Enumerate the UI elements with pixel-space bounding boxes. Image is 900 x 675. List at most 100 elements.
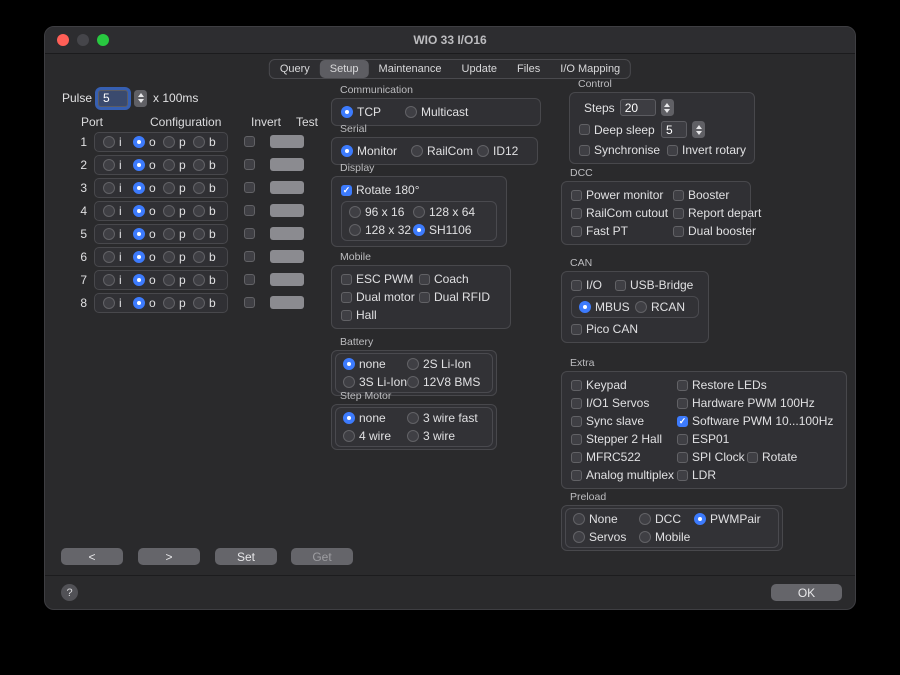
minimize-button[interactable]	[77, 34, 89, 46]
radio-i[interactable]: i	[103, 295, 133, 311]
radio-multicast[interactable]: Multicast	[405, 104, 468, 120]
radio-b[interactable]: b	[193, 180, 216, 196]
radio-servos[interactable]: Servos	[573, 529, 639, 545]
radio-sh1106[interactable]: SH1106	[413, 222, 471, 238]
prev-button[interactable]: <	[61, 548, 123, 565]
radio-none[interactable]: none	[343, 410, 407, 426]
checkbox-hardware-pwm-100hz[interactable]: Hardware PWM 100Hz	[677, 395, 815, 411]
checkbox-dual-rfid[interactable]: Dual RFID	[419, 289, 490, 305]
checkbox-esp01[interactable]: ESP01	[677, 431, 729, 447]
radio-96-x-16[interactable]: 96 x 16	[349, 204, 413, 220]
test-button[interactable]	[270, 250, 304, 263]
radio-p[interactable]: p	[163, 272, 193, 288]
radio-b[interactable]: b	[193, 203, 216, 219]
radio-i[interactable]: i	[103, 134, 133, 150]
tab-i-o-mapping[interactable]: I/O Mapping	[550, 60, 630, 78]
radio-128-x-64[interactable]: 128 x 64	[413, 204, 475, 220]
checkbox-mfrc522[interactable]: MFRC522	[571, 449, 677, 465]
invert-checkbox[interactable]	[244, 134, 255, 150]
radio-none[interactable]: none	[343, 356, 407, 372]
checkbox-pico-can[interactable]: Pico CAN	[571, 321, 638, 337]
test-button[interactable]	[270, 181, 304, 194]
checkbox-software-pwm-10-100hz[interactable]: ✓Software PWM 10...100Hz	[677, 413, 833, 429]
radio-o[interactable]: o	[133, 203, 163, 219]
radio-4-wire[interactable]: 4 wire	[343, 428, 407, 444]
set-button[interactable]: Set	[215, 548, 277, 565]
checkbox-fast-pt[interactable]: Fast PT	[571, 223, 673, 239]
checkbox-restore-leds[interactable]: Restore LEDs	[677, 377, 767, 393]
radio-i[interactable]: i	[103, 249, 133, 265]
invert-checkbox[interactable]	[244, 226, 255, 242]
radio-p[interactable]: p	[163, 295, 193, 311]
steps-stepper[interactable]	[661, 99, 674, 116]
radio-o[interactable]: o	[133, 134, 163, 150]
test-button[interactable]	[270, 158, 304, 171]
tab-files[interactable]: Files	[507, 60, 550, 78]
radio-12v8-bms[interactable]: 12V8 BMS	[407, 374, 480, 390]
radio-railcom[interactable]: RailCom	[411, 143, 477, 159]
pulse-field[interactable]: 5	[98, 90, 128, 107]
test-button[interactable]	[270, 227, 304, 240]
checkbox-rotate[interactable]: Rotate	[747, 449, 797, 465]
invert-checkbox[interactable]	[244, 295, 255, 311]
ok-button[interactable]: OK	[771, 584, 842, 601]
next-button[interactable]: >	[138, 548, 200, 565]
checkbox-report-depart[interactable]: Report depart	[673, 205, 761, 221]
checkbox-stepper-2-hall[interactable]: Stepper 2 Hall	[571, 431, 677, 447]
checkbox-booster[interactable]: Booster	[673, 187, 729, 203]
checkbox-coach[interactable]: Coach	[419, 271, 469, 287]
radio-i[interactable]: i	[103, 203, 133, 219]
radio-o[interactable]: o	[133, 226, 163, 242]
radio-mbus[interactable]: MBUS	[579, 299, 635, 315]
test-button[interactable]	[270, 296, 304, 309]
checkbox-hall[interactable]: Hall	[341, 307, 377, 323]
zoom-button[interactable]	[97, 34, 109, 46]
checkbox-dual-motor[interactable]: Dual motor	[341, 289, 419, 305]
radio-i[interactable]: i	[103, 180, 133, 196]
radio-b[interactable]: b	[193, 134, 216, 150]
checkbox-analog-multiplex[interactable]: Analog multiplex	[571, 467, 677, 483]
deep-sleep-stepper[interactable]	[692, 121, 705, 138]
pulse-stepper[interactable]	[134, 90, 147, 107]
invert-checkbox[interactable]	[244, 203, 255, 219]
checkbox-power-monitor[interactable]: Power monitor	[571, 187, 673, 203]
radio-o[interactable]: o	[133, 295, 163, 311]
radio-3-wire-fast[interactable]: 3 wire fast	[407, 410, 478, 426]
checkbox-invert-rotary[interactable]: Invert rotary	[667, 142, 746, 158]
radio-i[interactable]: i	[103, 272, 133, 288]
checkbox-rotate-180[interactable]: ✓Rotate 180°	[341, 182, 420, 198]
radio-dcc[interactable]: DCC	[639, 511, 694, 527]
checkbox-i-o1-servos[interactable]: I/O1 Servos	[571, 395, 677, 411]
checkbox-keypad[interactable]: Keypad	[571, 377, 677, 393]
radio-mobile[interactable]: Mobile	[639, 529, 690, 545]
radio-b[interactable]: b	[193, 295, 216, 311]
radio-id12[interactable]: ID12	[477, 143, 518, 159]
checkbox-sync-slave[interactable]: Sync slave	[571, 413, 677, 429]
deep-sleep-field[interactable]: 5	[661, 121, 687, 138]
radio-monitor[interactable]: Monitor	[341, 143, 411, 159]
checkbox-i-o[interactable]: I/O	[571, 277, 615, 293]
tab-query[interactable]: Query	[270, 60, 320, 78]
radio-b[interactable]: b	[193, 249, 216, 265]
radio-b[interactable]: b	[193, 272, 216, 288]
checkbox-usb-bridge[interactable]: USB-Bridge	[615, 277, 693, 293]
get-button[interactable]: Get	[291, 548, 353, 565]
steps-field[interactable]: 20	[620, 99, 656, 116]
radio-b[interactable]: b	[193, 226, 216, 242]
radio-p[interactable]: p	[163, 157, 193, 173]
test-button[interactable]	[270, 135, 304, 148]
checkbox-synchronise[interactable]: Synchronise	[579, 142, 667, 158]
radio-tcp[interactable]: TCP	[341, 104, 405, 120]
invert-checkbox[interactable]	[244, 272, 255, 288]
radio-p[interactable]: p	[163, 226, 193, 242]
checkbox-spi-clock[interactable]: SPI Clock	[677, 449, 747, 465]
radio-3s-li-ion[interactable]: 3S Li-Ion	[343, 374, 407, 390]
test-button[interactable]	[270, 204, 304, 217]
tab-setup[interactable]: Setup	[320, 60, 369, 78]
test-button[interactable]	[270, 273, 304, 286]
radio-i[interactable]: i	[103, 226, 133, 242]
radio-o[interactable]: o	[133, 249, 163, 265]
radio-3-wire[interactable]: 3 wire	[407, 428, 455, 444]
checkbox-railcom-cutout[interactable]: RailCom cutout	[571, 205, 673, 221]
radio-2s-li-ion[interactable]: 2S Li-Ion	[407, 356, 471, 372]
